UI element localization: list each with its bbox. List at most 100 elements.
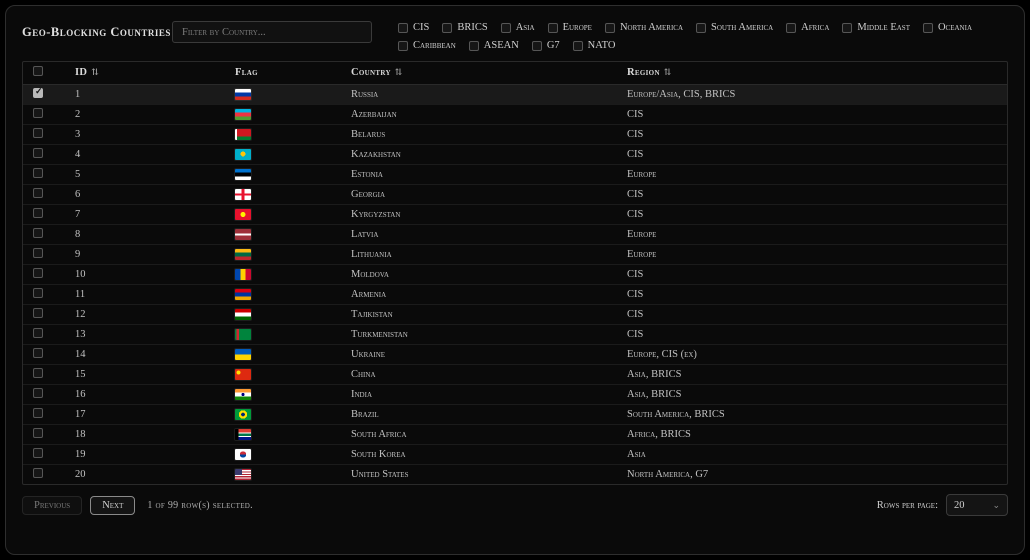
row-checkbox[interactable] xyxy=(33,388,43,398)
row-region: Asia xyxy=(627,444,1007,464)
row-country: Turkmenistan xyxy=(351,324,627,344)
row-checkbox[interactable] xyxy=(33,248,43,258)
sort-icon[interactable]: ⇅ xyxy=(91,67,99,77)
table-row[interactable]: 20United StatesNorth America, G7 xyxy=(23,464,1007,484)
region-filter-africa[interactable]: Africa xyxy=(786,22,829,33)
table-row[interactable]: 4KazakhstanCIS xyxy=(23,144,1007,164)
row-checkbox[interactable] xyxy=(33,108,43,118)
checkbox-icon[interactable] xyxy=(842,23,852,33)
row-region: Asia, BRICS xyxy=(627,364,1007,384)
row-region: Europe xyxy=(627,164,1007,184)
table-row[interactable]: 16IndiaAsia, BRICS xyxy=(23,384,1007,404)
checkbox-icon[interactable] xyxy=(398,41,408,51)
row-id: 1 xyxy=(75,84,235,104)
column-header-country[interactable]: Country⇅ xyxy=(351,62,627,84)
table-row[interactable]: 9LithuaniaEurope xyxy=(23,244,1007,264)
rows-per-page-select[interactable]: 20 ⌄ xyxy=(946,494,1008,516)
checkbox-icon[interactable] xyxy=(573,41,583,51)
previous-page-button[interactable]: Previous xyxy=(22,496,82,515)
checkbox-icon[interactable] xyxy=(501,23,511,33)
row-region: Africa, BRICS xyxy=(627,424,1007,444)
row-region: CIS xyxy=(627,104,1007,124)
row-checkbox[interactable] xyxy=(33,368,43,378)
table-row[interactable]: 14UkraineEurope, CIS (ex) xyxy=(23,344,1007,364)
row-checkbox[interactable] xyxy=(33,328,43,338)
row-country: Belarus xyxy=(351,124,627,144)
row-checkbox[interactable] xyxy=(33,288,43,298)
region-filter-caribbean[interactable]: Caribbean xyxy=(398,40,456,51)
region-filter-europe[interactable]: Europe xyxy=(548,22,592,33)
table-row[interactable]: 18South AfricaAfrica, BRICS xyxy=(23,424,1007,444)
checkbox-icon[interactable] xyxy=(398,23,408,33)
country-flag-icon xyxy=(235,469,251,480)
checkbox-icon[interactable] xyxy=(786,23,796,33)
next-page-button[interactable]: Next xyxy=(90,496,135,515)
table-row[interactable]: 2AzerbaijanCIS xyxy=(23,104,1007,124)
table-row[interactable]: 12TajikistanCIS xyxy=(23,304,1007,324)
region-filter-north-america[interactable]: North America xyxy=(605,22,683,33)
row-region: CIS xyxy=(627,184,1007,204)
row-id: 10 xyxy=(75,264,235,284)
row-id: 4 xyxy=(75,144,235,164)
region-filter-asean[interactable]: ASEAN xyxy=(469,40,519,51)
row-checkbox[interactable] xyxy=(33,128,43,138)
table-row[interactable]: 19South KoreaAsia xyxy=(23,444,1007,464)
region-filter-cis[interactable]: CIS xyxy=(398,22,429,33)
region-filter-label: Oceania xyxy=(938,22,972,33)
column-header-id[interactable]: ID⇅ xyxy=(75,62,235,84)
row-country: Kazakhstan xyxy=(351,144,627,164)
region-filter-asia[interactable]: Asia xyxy=(501,22,535,33)
table-row[interactable]: 17BrazilSouth America, BRICS xyxy=(23,404,1007,424)
checkbox-icon[interactable] xyxy=(696,23,706,33)
row-checkbox[interactable] xyxy=(33,308,43,318)
region-filter-label: BRICS xyxy=(457,22,487,33)
select-all-checkbox[interactable] xyxy=(33,66,43,76)
row-checkbox[interactable] xyxy=(33,208,43,218)
region-filter-g7[interactable]: G7 xyxy=(532,40,560,51)
table-row[interactable]: 6GeorgiaCIS xyxy=(23,184,1007,204)
checkbox-icon[interactable] xyxy=(605,23,615,33)
sort-icon[interactable]: ⇅ xyxy=(664,67,672,77)
checkbox-icon[interactable] xyxy=(548,23,558,33)
sort-icon[interactable]: ⇅ xyxy=(395,67,403,77)
region-filter-oceania[interactable]: Oceania xyxy=(923,22,972,33)
table-row[interactable]: 5EstoniaEurope xyxy=(23,164,1007,184)
table-row[interactable]: 8LatviaEurope xyxy=(23,224,1007,244)
column-header-region[interactable]: Region⇅ xyxy=(627,62,1007,84)
table-row[interactable]: 10MoldovaCIS xyxy=(23,264,1007,284)
checkbox-icon[interactable] xyxy=(532,41,542,51)
row-checkbox[interactable] xyxy=(33,228,43,238)
table-row[interactable]: 11ArmeniaCIS xyxy=(23,284,1007,304)
checkbox-icon[interactable] xyxy=(442,23,452,33)
table-row[interactable]: 13TurkmenistanCIS xyxy=(23,324,1007,344)
region-filter-south-america[interactable]: South America xyxy=(696,22,773,33)
row-region: CIS xyxy=(627,324,1007,344)
country-flag-icon xyxy=(235,309,251,320)
row-checkbox[interactable] xyxy=(33,468,43,478)
checkbox-icon[interactable] xyxy=(469,41,479,51)
table-row[interactable]: 3BelarusCIS xyxy=(23,124,1007,144)
row-checkbox[interactable] xyxy=(33,448,43,458)
country-filter-input[interactable] xyxy=(172,21,372,43)
row-checkbox[interactable] xyxy=(33,88,43,98)
checkbox-icon[interactable] xyxy=(923,23,933,33)
row-checkbox[interactable] xyxy=(33,428,43,438)
region-filter-label: North America xyxy=(620,22,683,33)
table-row[interactable]: 15ChinaAsia, BRICS xyxy=(23,364,1007,384)
row-checkbox[interactable] xyxy=(33,268,43,278)
table-header-row: ID⇅ Flag Country⇅ Region⇅ xyxy=(23,62,1007,84)
table-row[interactable]: 7KyrgyzstanCIS xyxy=(23,204,1007,224)
country-flag-icon xyxy=(235,229,251,240)
chevron-down-icon: ⌄ xyxy=(992,500,1000,511)
region-filter-middle-east[interactable]: Middle East xyxy=(842,22,910,33)
row-checkbox[interactable] xyxy=(33,168,43,178)
row-checkbox[interactable] xyxy=(33,348,43,358)
row-checkbox[interactable] xyxy=(33,148,43,158)
table-row[interactable]: 1RussiaEurope/Asia, CIS, BRICS xyxy=(23,84,1007,104)
row-checkbox[interactable] xyxy=(33,408,43,418)
row-checkbox[interactable] xyxy=(33,188,43,198)
region-filter-brics[interactable]: BRICS xyxy=(442,22,487,33)
region-filter-label: Europe xyxy=(563,22,592,33)
region-filter-nato[interactable]: NATO xyxy=(573,40,616,51)
row-id: 5 xyxy=(75,164,235,184)
